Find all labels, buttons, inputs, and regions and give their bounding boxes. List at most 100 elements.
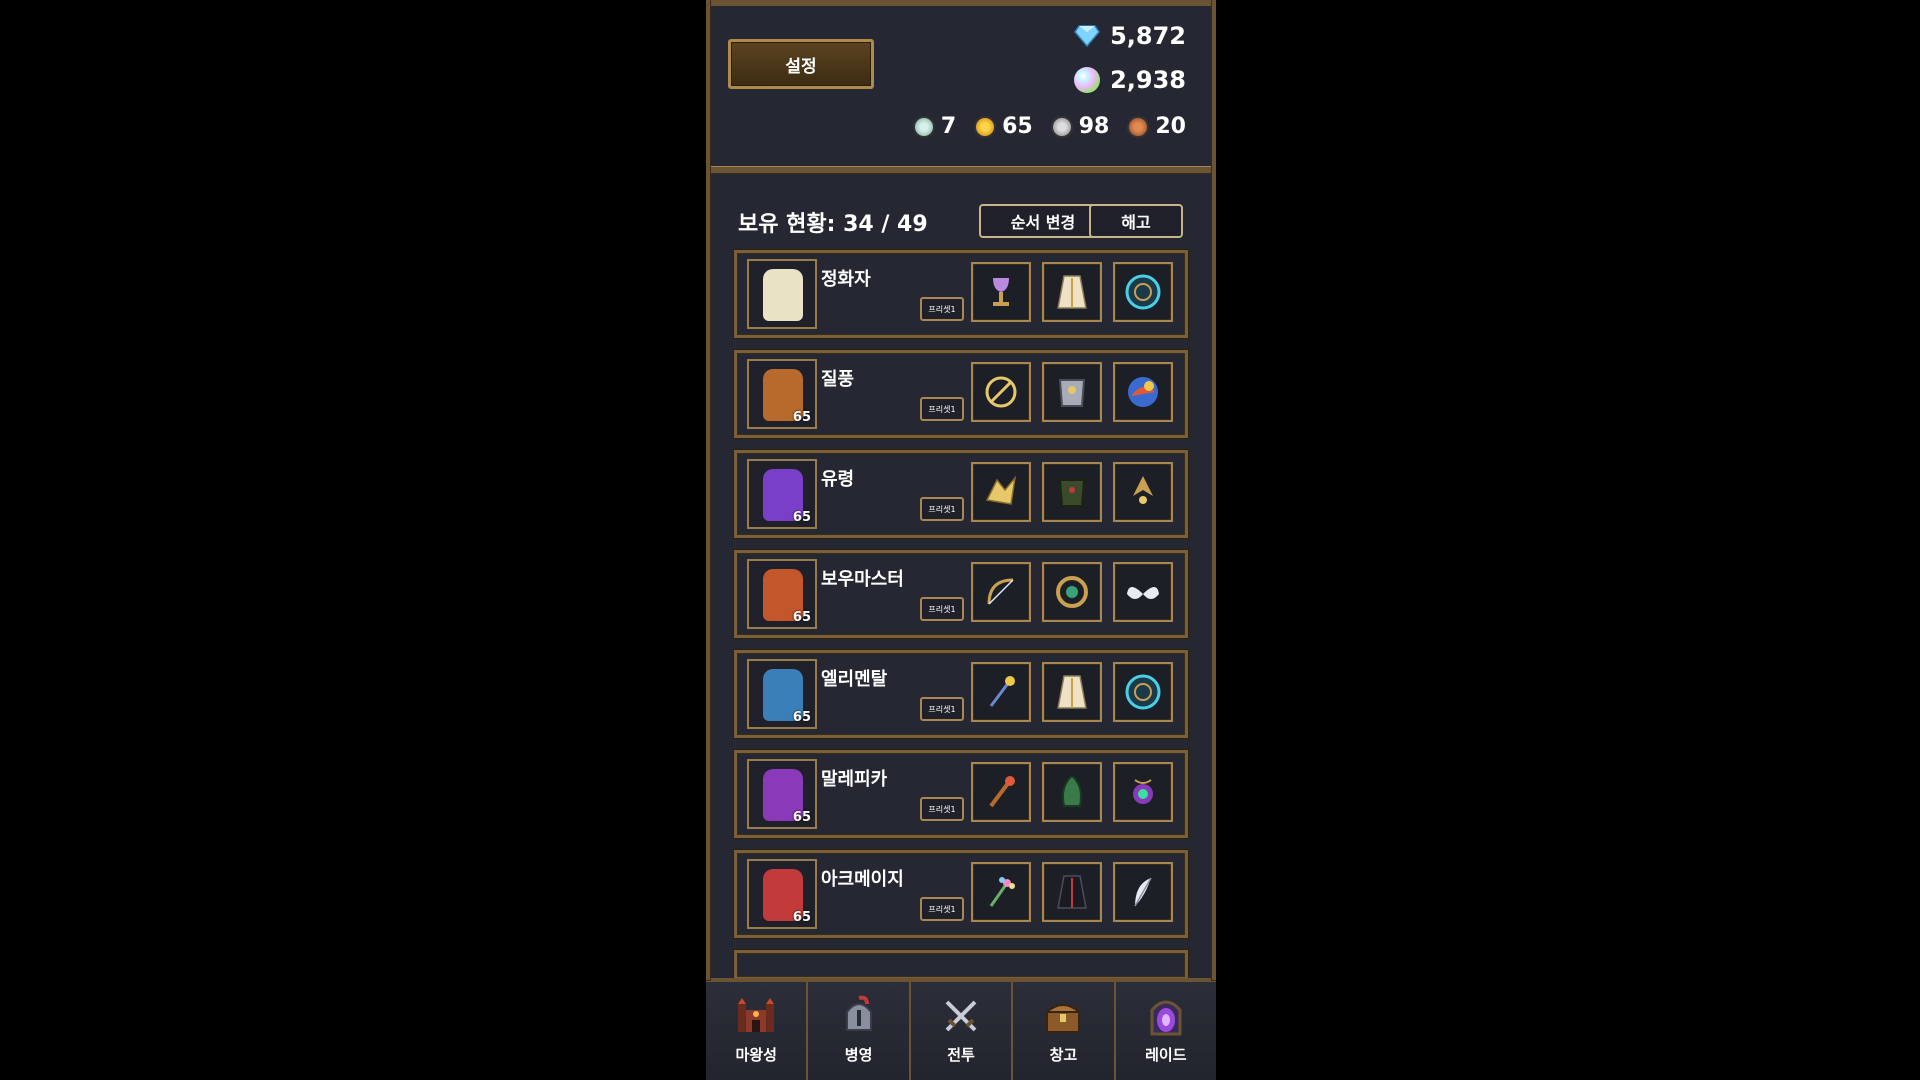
hero-card[interactable]: 65 유령프리셋1 bbox=[734, 450, 1188, 538]
gold-ring-icon bbox=[1056, 576, 1088, 608]
rune-ring-icon bbox=[985, 376, 1017, 408]
hero-portrait[interactable]: 65 bbox=[747, 759, 817, 829]
hero-name: 유령 bbox=[821, 469, 855, 490]
hero-name: 정화자 bbox=[821, 269, 871, 290]
hero-portrait[interactable]: 65 bbox=[747, 659, 817, 729]
rune-circle-icon bbox=[1125, 674, 1161, 710]
wand-icon bbox=[989, 776, 1015, 808]
leaf-armor-icon bbox=[1062, 774, 1082, 807]
coin-value: 65 bbox=[1002, 114, 1033, 139]
nav-label: 레이드 bbox=[1145, 1046, 1187, 1064]
nav-label: 창고 bbox=[1049, 1046, 1078, 1064]
equipment-slot[interactable] bbox=[1042, 862, 1102, 922]
equipment-slot[interactable] bbox=[971, 262, 1031, 322]
golden-emblem-icon bbox=[985, 475, 1017, 505]
amulet-icon bbox=[1133, 476, 1153, 504]
change-order-button[interactable]: 순서 변경 bbox=[979, 204, 1107, 238]
equipment-slot[interactable] bbox=[971, 562, 1031, 622]
equipment-slot[interactable] bbox=[1113, 662, 1173, 722]
bow-icon bbox=[987, 578, 1014, 605]
nav-barracks[interactable]: 병영 bbox=[806, 982, 909, 1080]
chest-icon bbox=[1044, 1004, 1083, 1033]
portal-icon bbox=[1150, 1000, 1182, 1036]
diamond-counter: 5,872 bbox=[1074, 22, 1186, 50]
wings-icon bbox=[1127, 587, 1159, 599]
preset-button[interactable]: 프리셋1 bbox=[920, 797, 964, 821]
equipment-slot[interactable] bbox=[1113, 462, 1173, 522]
hero-portrait[interactable]: 65 bbox=[747, 559, 817, 629]
equipment-slot[interactable] bbox=[971, 762, 1031, 822]
nav-battle[interactable]: 전투 bbox=[908, 982, 1012, 1080]
coin-value: 20 bbox=[1155, 114, 1186, 139]
rainbow-orb-icon bbox=[1074, 67, 1101, 93]
coin-value: 7 bbox=[940, 114, 957, 139]
hero-card[interactable]: 정화자프리셋1 bbox=[734, 250, 1188, 338]
equipment-slot[interactable] bbox=[1042, 262, 1102, 322]
diamond-icon bbox=[1074, 25, 1101, 47]
equipment-slot[interactable] bbox=[1113, 862, 1173, 922]
hero-level: 65 bbox=[792, 610, 811, 625]
equipment-slot[interactable] bbox=[1113, 262, 1173, 322]
preset-button[interactable]: 프리셋1 bbox=[920, 297, 964, 321]
equipment-slot[interactable] bbox=[1113, 362, 1173, 422]
hero-card[interactable]: 65 보우마스터프리셋1 bbox=[734, 550, 1188, 638]
gold-coin-icon bbox=[974, 115, 997, 138]
equipment-slot[interactable] bbox=[1042, 562, 1102, 622]
nav-castle[interactable]: 마왕성 bbox=[706, 982, 807, 1080]
settings-button[interactable]: 설정 bbox=[728, 39, 874, 89]
orb-icon bbox=[1128, 377, 1158, 407]
hero-portrait[interactable]: 65 bbox=[747, 359, 817, 429]
robe-icon bbox=[1057, 275, 1087, 309]
game-screen: 설정 5,872 2,938 7 65 98 20 보유 현황: 34 / 49… bbox=[706, 0, 1216, 1080]
bottom-nav: 마왕성 병영 전투 창고 레이드 bbox=[706, 978, 1216, 1080]
hero-level: 65 bbox=[792, 910, 811, 925]
hero-portrait[interactable]: 65 bbox=[747, 859, 817, 929]
nav-raid[interactable]: 레이드 bbox=[1113, 982, 1216, 1080]
equipment-slot[interactable] bbox=[971, 862, 1031, 922]
dismiss-button[interactable]: 해고 bbox=[1089, 204, 1183, 238]
rune-circle-icon bbox=[1125, 274, 1161, 310]
preset-button[interactable]: 프리셋1 bbox=[920, 597, 964, 621]
equipment-slot[interactable] bbox=[1042, 462, 1102, 522]
header-divider bbox=[706, 166, 1216, 174]
hero-name: 말레피카 bbox=[821, 769, 888, 790]
castle-icon bbox=[738, 998, 775, 1032]
equipment-slot[interactable] bbox=[1113, 562, 1173, 622]
hero-level: 65 bbox=[792, 710, 811, 725]
preset-button[interactable]: 프리셋1 bbox=[920, 397, 964, 421]
orb-amulet-icon bbox=[1133, 779, 1153, 804]
hero-level: 65 bbox=[792, 410, 811, 425]
equipment-slot[interactable] bbox=[1042, 762, 1102, 822]
equipment-slot[interactable] bbox=[1042, 362, 1102, 422]
coin-counters: 7 65 98 20 bbox=[912, 114, 1186, 139]
hero-name: 질풍 bbox=[821, 369, 855, 390]
hero-card[interactable]: 65 말레피카프리셋1 bbox=[734, 750, 1188, 838]
crossed-swords-icon bbox=[945, 1000, 977, 1032]
equipment-slot[interactable] bbox=[971, 662, 1031, 722]
orb-counter: 2,938 bbox=[1074, 66, 1186, 94]
equipment-slot[interactable] bbox=[1042, 662, 1102, 722]
feather-icon bbox=[1134, 877, 1152, 907]
hero-card[interactable]: 65 아크메이지 프리셋1 bbox=[734, 850, 1188, 938]
equipment-slot[interactable] bbox=[971, 362, 1031, 422]
hero-name: 엘리멘탈 bbox=[821, 669, 888, 690]
hero-card[interactable]: 65 질풍프리셋1 bbox=[734, 350, 1188, 438]
equipment-slot[interactable] bbox=[1113, 762, 1173, 822]
diamond-value: 5,872 bbox=[1110, 22, 1186, 50]
hero-portrait[interactable]: 65 bbox=[747, 459, 817, 529]
nav-storage[interactable]: 창고 bbox=[1011, 982, 1114, 1080]
armor-icon bbox=[1058, 379, 1086, 407]
preset-button[interactable]: 프리셋1 bbox=[920, 897, 964, 921]
hero-card-partial[interactable] bbox=[734, 950, 1188, 980]
hero-level: 65 bbox=[792, 810, 811, 825]
equipment-slot[interactable] bbox=[971, 462, 1031, 522]
robe-icon bbox=[1057, 675, 1087, 709]
hero-card[interactable]: 65 엘리멘탈프리셋1 bbox=[734, 650, 1188, 738]
hero-name: 보우마스터 bbox=[821, 569, 904, 590]
dark-cloak-icon bbox=[1057, 875, 1087, 909]
hero-sprite bbox=[763, 269, 803, 321]
hero-portrait[interactable] bbox=[747, 259, 817, 329]
coin-value: 98 bbox=[1078, 114, 1110, 139]
preset-button[interactable]: 프리셋1 bbox=[920, 497, 964, 521]
preset-button[interactable]: 프리셋1 bbox=[920, 697, 964, 721]
